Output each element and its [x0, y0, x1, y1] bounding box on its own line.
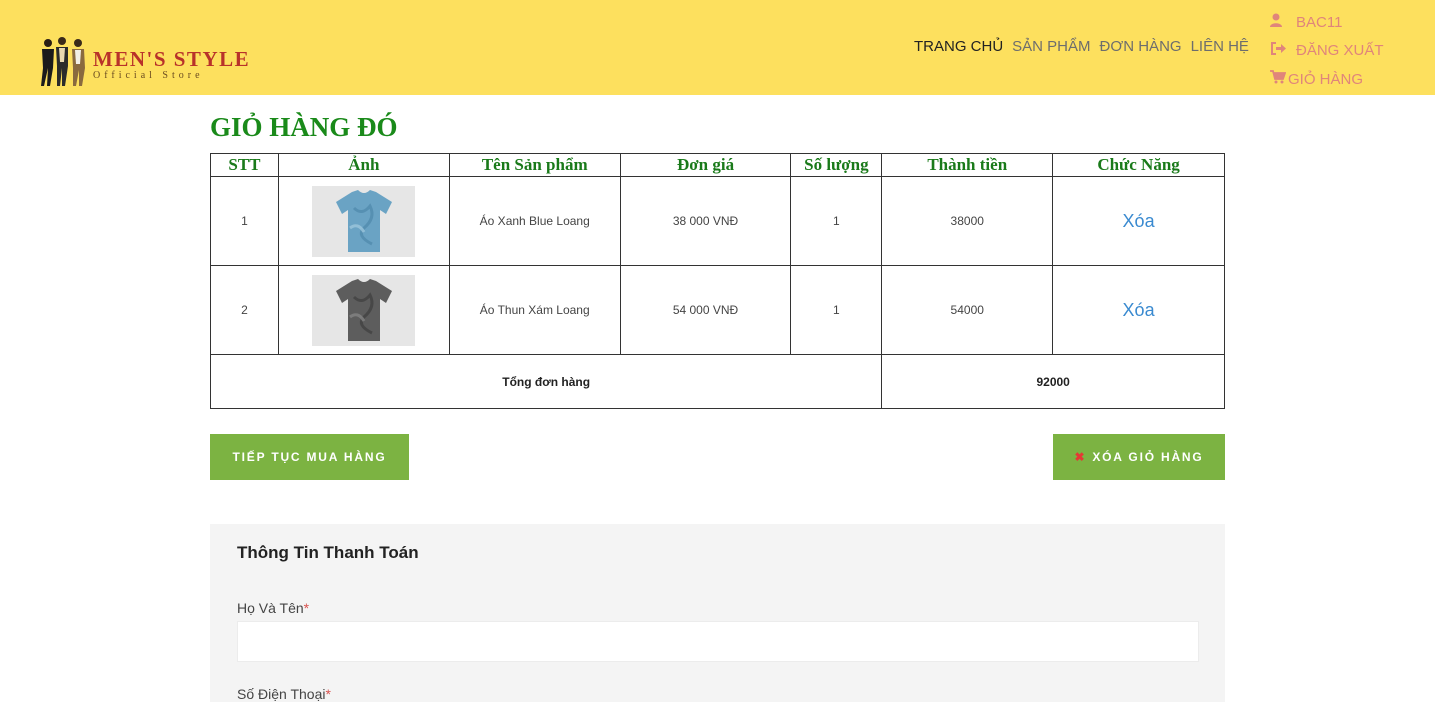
- column-header-subtotal: Thành tiền: [881, 153, 1054, 177]
- required-mark: *: [303, 600, 310, 616]
- column-header-qty: Số lượng: [790, 153, 883, 177]
- row-actions: Xóa: [1052, 176, 1225, 266]
- column-header-image: Ảnh: [277, 153, 450, 177]
- logo-figures-icon: [41, 37, 85, 86]
- row-actions: Xóa: [1052, 265, 1225, 355]
- table-row: 1 Áo Xanh Blue Loang 38 000 VNĐ 1 38000 …: [210, 176, 1225, 266]
- logout-link[interactable]: ĐĂNG XUẤT: [1270, 37, 1384, 66]
- table-header-row: STT Ảnh Tên Sản phẩm Đơn giá Số lượng Th…: [210, 153, 1225, 177]
- column-header-price: Đơn giá: [619, 153, 792, 177]
- logo-subtitle: Official Store: [93, 70, 204, 81]
- row-index: 1: [210, 176, 279, 266]
- total-label: Tổng đơn hàng: [209, 354, 883, 409]
- line-subtotal: 38000: [881, 176, 1054, 266]
- main-nav: TRANG CHỦ SẢN PHẨM ĐƠN HÀNG LIÊN HỆ: [914, 38, 1249, 55]
- remove-item-link[interactable]: Xóa: [1123, 211, 1155, 231]
- total-value: 92000: [881, 354, 1225, 409]
- column-header-stt: STT: [210, 153, 279, 177]
- cart-table: STT Ảnh Tên Sản phẩm Đơn giá Số lượng Th…: [209, 153, 1225, 409]
- phone-label: Số Điện Thoại*: [237, 686, 331, 702]
- checkout-title: Thông Tin Thanh Toán: [237, 543, 419, 562]
- product-image-cell: [277, 176, 450, 266]
- product-thumbnail[interactable]: [312, 274, 416, 346]
- product-name: Áo Thun Xám Loang: [448, 265, 621, 355]
- product-name: Áo Xanh Blue Loang: [448, 176, 621, 266]
- fullname-label: Họ Và Tên*: [237, 600, 309, 616]
- user-icon: [1270, 13, 1296, 31]
- nav-home[interactable]: TRANG CHỦ: [914, 38, 1003, 55]
- unit-price: 54 000 VNĐ: [619, 265, 792, 355]
- checkout-panel: Thông Tin Thanh Toán Họ Và Tên* Số Điện …: [210, 524, 1225, 702]
- clear-cart-button[interactable]: ✖ XÓA GIỎ HÀNG: [1053, 434, 1225, 480]
- close-icon: ✖: [1074, 450, 1087, 464]
- user-account-link[interactable]: BAC11: [1270, 8, 1384, 37]
- quantity: 1: [790, 265, 883, 355]
- remove-item-link[interactable]: Xóa: [1123, 300, 1155, 320]
- column-header-name: Tên Sản phẩm: [448, 153, 621, 177]
- continue-shopping-button[interactable]: TIẾP TỤC MUA HÀNG: [210, 434, 409, 480]
- sign-out-icon: [1270, 42, 1296, 59]
- column-header-actions: Chức Năng: [1052, 153, 1225, 177]
- tshirt-blue-icon: [335, 190, 392, 252]
- nav-contact[interactable]: LIÊN HỆ: [1191, 38, 1249, 55]
- tshirt-gray-icon: [335, 279, 392, 341]
- nav-orders[interactable]: ĐƠN HÀNG: [1100, 38, 1182, 55]
- product-thumbnail[interactable]: [312, 185, 416, 257]
- fullname-field[interactable]: [237, 621, 1199, 662]
- fullname-label-text: Họ Và Tên: [237, 600, 304, 616]
- page-title: GIỎ HÀNG ĐÓ: [210, 112, 398, 142]
- store-logo[interactable]: MEN'S STYLE Official Store: [38, 34, 251, 92]
- cart-link[interactable]: GIỎ HÀNG: [1270, 65, 1384, 94]
- nav-products[interactable]: SẢN PHẨM: [1012, 38, 1090, 55]
- cart-label: GIỎ HÀNG: [1288, 70, 1364, 88]
- logo-title: MEN'S STYLE: [93, 47, 251, 71]
- shopping-cart-icon: [1270, 70, 1288, 88]
- clear-cart-label: XÓA GIỎ HÀNG: [1092, 450, 1204, 464]
- required-mark: *: [325, 686, 331, 702]
- logout-label: ĐĂNG XUẤT: [1296, 42, 1384, 60]
- unit-price: 38 000 VNĐ: [619, 176, 792, 266]
- table-row: 2 Áo Thun Xám Loang 54 000 VNĐ 1 54000 X…: [210, 265, 1225, 355]
- user-menu: BAC11 ĐĂNG XUẤT GIỎ HÀNG: [1270, 8, 1384, 94]
- quantity: 1: [790, 176, 883, 266]
- phone-label-text: Số Điện Thoại: [237, 686, 326, 702]
- product-image-cell: [277, 265, 450, 355]
- total-row: Tổng đơn hàng 92000: [209, 354, 1225, 409]
- line-subtotal: 54000: [881, 265, 1054, 355]
- username-label: BAC11: [1296, 13, 1343, 31]
- row-index: 2: [210, 265, 279, 355]
- site-header: MEN'S STYLE Official Store TRANG CHỦ SẢN…: [0, 0, 1435, 95]
